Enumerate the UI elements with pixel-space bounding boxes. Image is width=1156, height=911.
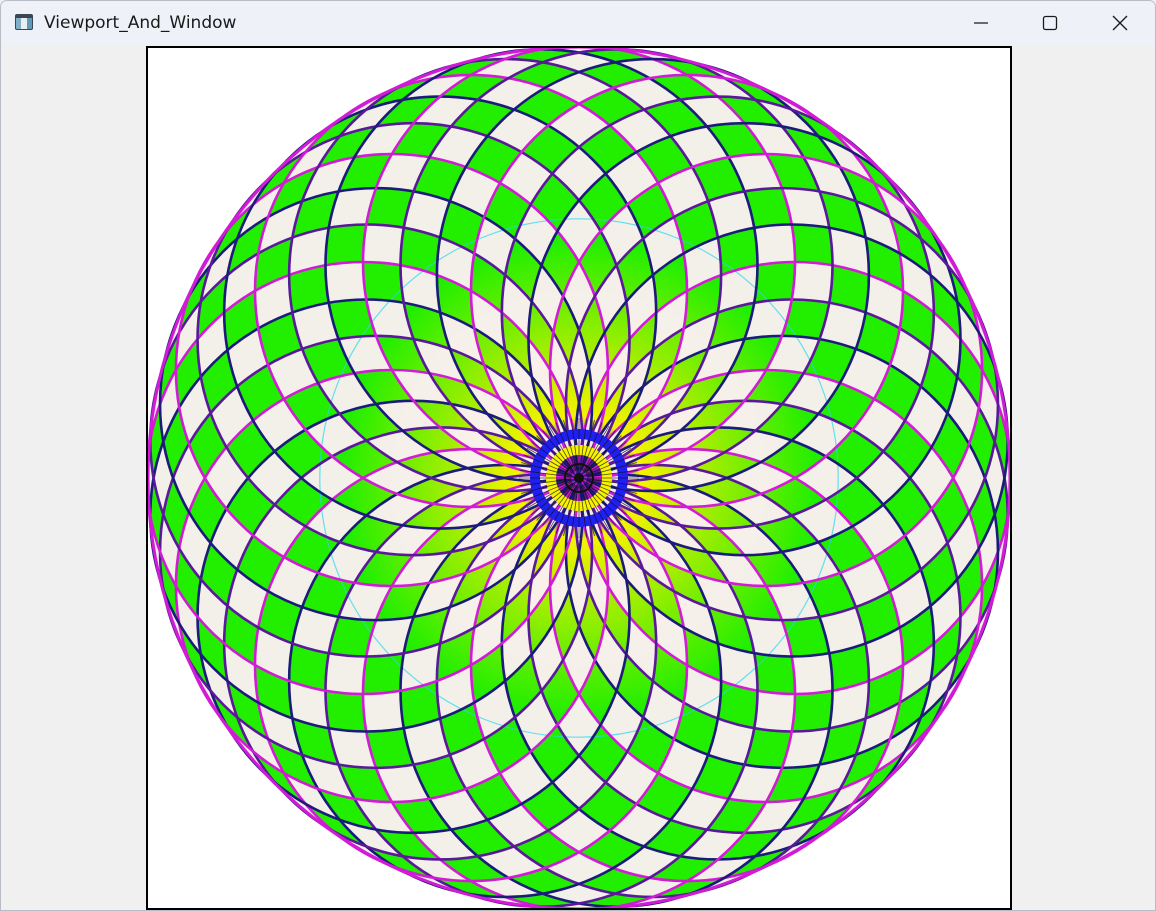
close-icon: [1112, 15, 1128, 31]
circle-rose-drawing: [148, 48, 1010, 908]
title-bar[interactable]: Viewport_And_Window: [1, 1, 1155, 45]
maximize-icon: [1042, 15, 1058, 31]
maximize-button[interactable]: [1015, 1, 1085, 45]
app-window: Viewport_And_Window: [0, 0, 1156, 911]
client-area: [1, 45, 1155, 910]
window-title: Viewport_And_Window: [44, 13, 237, 33]
close-button[interactable]: [1085, 1, 1155, 45]
center-dot: [574, 473, 584, 483]
minimize-icon: [974, 22, 988, 24]
minimize-button[interactable]: [946, 1, 1016, 45]
drawing-viewport[interactable]: [146, 46, 1012, 910]
app-icon: [15, 14, 33, 30]
